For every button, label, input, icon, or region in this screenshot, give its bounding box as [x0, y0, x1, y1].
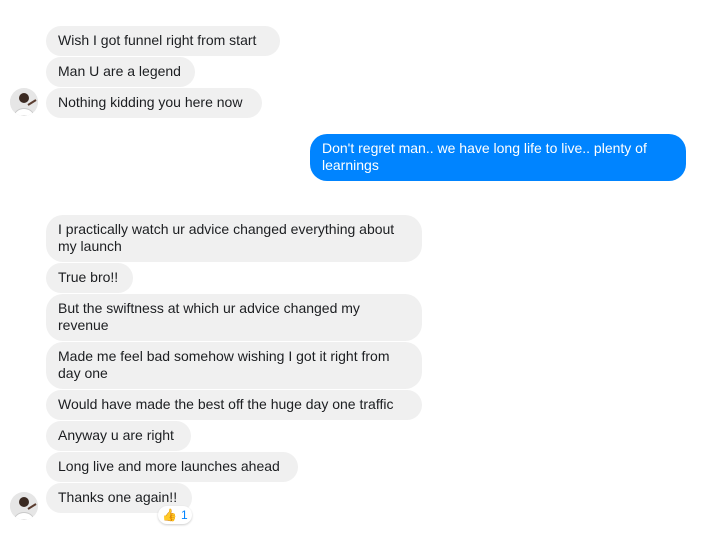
incoming-message[interactable]: True bro!!: [46, 263, 133, 293]
message-text: Would have made the best off the huge da…: [58, 396, 394, 412]
incoming-message[interactable]: Wish I got funnel right from start: [46, 26, 280, 56]
message-text: Nothing kidding you here now: [58, 94, 243, 110]
incoming-message[interactable]: Made me feel bad somehow wishing I got i…: [46, 342, 422, 389]
message-text: Long live and more launches ahead: [58, 458, 280, 474]
incoming-message[interactable]: But the swiftness at which ur advice cha…: [46, 294, 422, 341]
thumbs-up-icon: 👍: [162, 508, 177, 522]
incoming-message[interactable]: Nothing kidding you here now: [46, 88, 262, 118]
message-text: Anyway u are right: [58, 427, 174, 443]
contact-avatar[interactable]: [10, 492, 38, 520]
message-reaction[interactable]: 👍 1: [158, 506, 192, 524]
person-icon: [10, 88, 38, 116]
reaction-count: 1: [180, 507, 188, 522]
incoming-message[interactable]: Long live and more launches ahead: [46, 452, 298, 482]
message-text: Thanks one again!!: [58, 489, 178, 505]
outgoing-message[interactable]: Don't regret man.. we have long life to …: [310, 134, 686, 181]
incoming-message[interactable]: Anyway u are right: [46, 421, 191, 451]
contact-avatar[interactable]: [10, 88, 38, 116]
incoming-message[interactable]: Man U are a legend: [46, 57, 195, 87]
message-text: But the swiftness at which ur advice cha…: [58, 300, 360, 333]
message-text: Man U are a legend: [58, 63, 181, 79]
incoming-message[interactable]: Would have made the best off the huge da…: [46, 390, 422, 420]
message-text: Made me feel bad somehow wishing I got i…: [58, 348, 390, 381]
message-text: True bro!!: [58, 269, 119, 285]
incoming-message[interactable]: I practically watch ur advice changed ev…: [46, 215, 422, 262]
message-text: I practically watch ur advice changed ev…: [58, 221, 395, 254]
person-icon: [10, 492, 38, 520]
message-text: Don't regret man.. we have long life to …: [322, 140, 647, 173]
message-text: Wish I got funnel right from start: [58, 32, 257, 48]
